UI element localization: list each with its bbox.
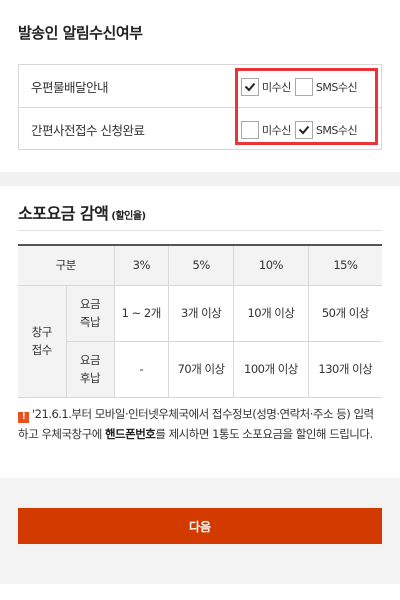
notice-icon: ! — [18, 412, 29, 423]
no-receive-label: 미수신 — [262, 123, 291, 137]
table-header-row: 구분 3% 5% 10% 15% — [18, 244, 382, 286]
notify-row-delivery: 우편물배달안내 미수신 SMS수신 — [19, 65, 381, 108]
notify-option-group: 미수신 SMS수신 — [241, 116, 361, 143]
notify-row-label: 우편물배달안내 — [31, 80, 109, 95]
table-row-label: 요금 즉납 — [65, 284, 115, 342]
notify-options-box: 우편물배달안내 미수신 SMS수신 간편사전접수 신청완료 미수신 SMS수신 — [18, 64, 382, 150]
notify-row-presubmit: 간편사전접수 신청완료 미수신 SMS수신 — [19, 108, 381, 151]
table-header-cell: 15% — [307, 244, 382, 286]
sms-receive-label: SMS수신 — [315, 80, 358, 94]
table-cell: 1 ~ 2개 — [113, 284, 170, 342]
checkmark-icon — [298, 125, 310, 134]
table-header-cell: 3% — [113, 244, 170, 286]
discount-table: 구분 3% 5% 10% 15% 창구 접수 요금 즉납 1 ~ 2개 3개 이… — [18, 244, 382, 398]
sms-receive-checkbox[interactable] — [294, 77, 313, 96]
sms-receive-label: SMS수신 — [315, 123, 358, 137]
table-row: 창구 접수 요금 즉납 1 ~ 2개 3개 이상 10개 이상 50개 이상 — [18, 284, 382, 398]
table-row: 요금 후납 - 70개 이상 100개 이상 130개 이상 — [18, 340, 382, 398]
discount-subtitle: (할인율) — [111, 211, 146, 222]
table-cell: 10개 이상 — [233, 284, 309, 342]
discount-title: 소포요금 감액 — [18, 204, 109, 223]
note-text-bold: 핸드폰번호 — [104, 427, 156, 441]
table-cell: 100개 이상 — [233, 340, 309, 398]
notify-row-label: 간편사전접수 신청완료 — [31, 123, 145, 138]
section-divider-band — [0, 172, 400, 186]
table-cell: 50개 이상 — [307, 284, 382, 342]
notify-option-group: 미수신 SMS수신 — [241, 73, 361, 100]
table-cell: 70개 이상 — [168, 340, 235, 398]
no-receive-checkbox[interactable] — [241, 120, 259, 139]
sms-receive-checkbox[interactable] — [294, 120, 313, 139]
table-header-cell: 5% — [168, 244, 235, 286]
note-text-post: 를 제시하면 1통도 소포요금을 할인해 드립니다. — [155, 427, 373, 441]
table-cell: - — [113, 340, 170, 398]
table-header-cell: 10% — [233, 244, 309, 286]
discount-section-title: 소포요금 감액 (할인율) — [18, 200, 146, 224]
title-divider — [18, 230, 382, 231]
notify-section-title: 발송인 알림수신여부 — [18, 24, 143, 42]
table-row-label: 요금 후납 — [66, 340, 115, 398]
next-button[interactable]: 다음 — [18, 508, 382, 544]
table-cell: 3개 이상 — [168, 284, 235, 342]
table-header-cell: 구분 — [18, 244, 115, 286]
no-receive-label: 미수신 — [262, 80, 291, 94]
checkmark-icon — [244, 82, 256, 91]
table-group-label: 창구 접수 — [18, 284, 67, 398]
no-receive-checkbox[interactable] — [241, 77, 259, 96]
discount-note: ! '21.6.1.부터 모바일·인터넷우체국에서 접수정보(성명·연락처·주소 … — [18, 404, 382, 444]
table-cell: 130개 이상 — [307, 340, 382, 398]
